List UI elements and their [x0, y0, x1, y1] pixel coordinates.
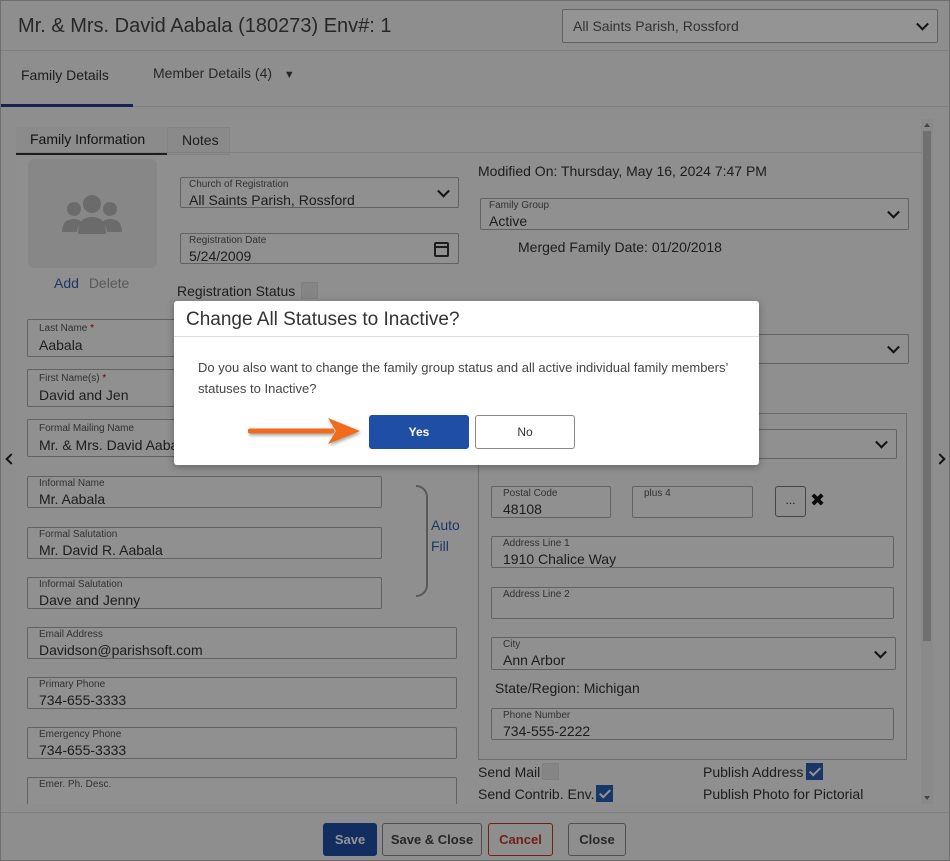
dialog-divider: [174, 336, 759, 337]
callout-arrow-icon: [248, 418, 360, 444]
dialog-message: Do you also want to change the family gr…: [198, 360, 728, 396]
yes-button[interactable]: Yes: [369, 415, 469, 449]
no-button[interactable]: No: [475, 415, 575, 449]
dialog-title: Change All Statuses to Inactive?: [186, 309, 460, 330]
